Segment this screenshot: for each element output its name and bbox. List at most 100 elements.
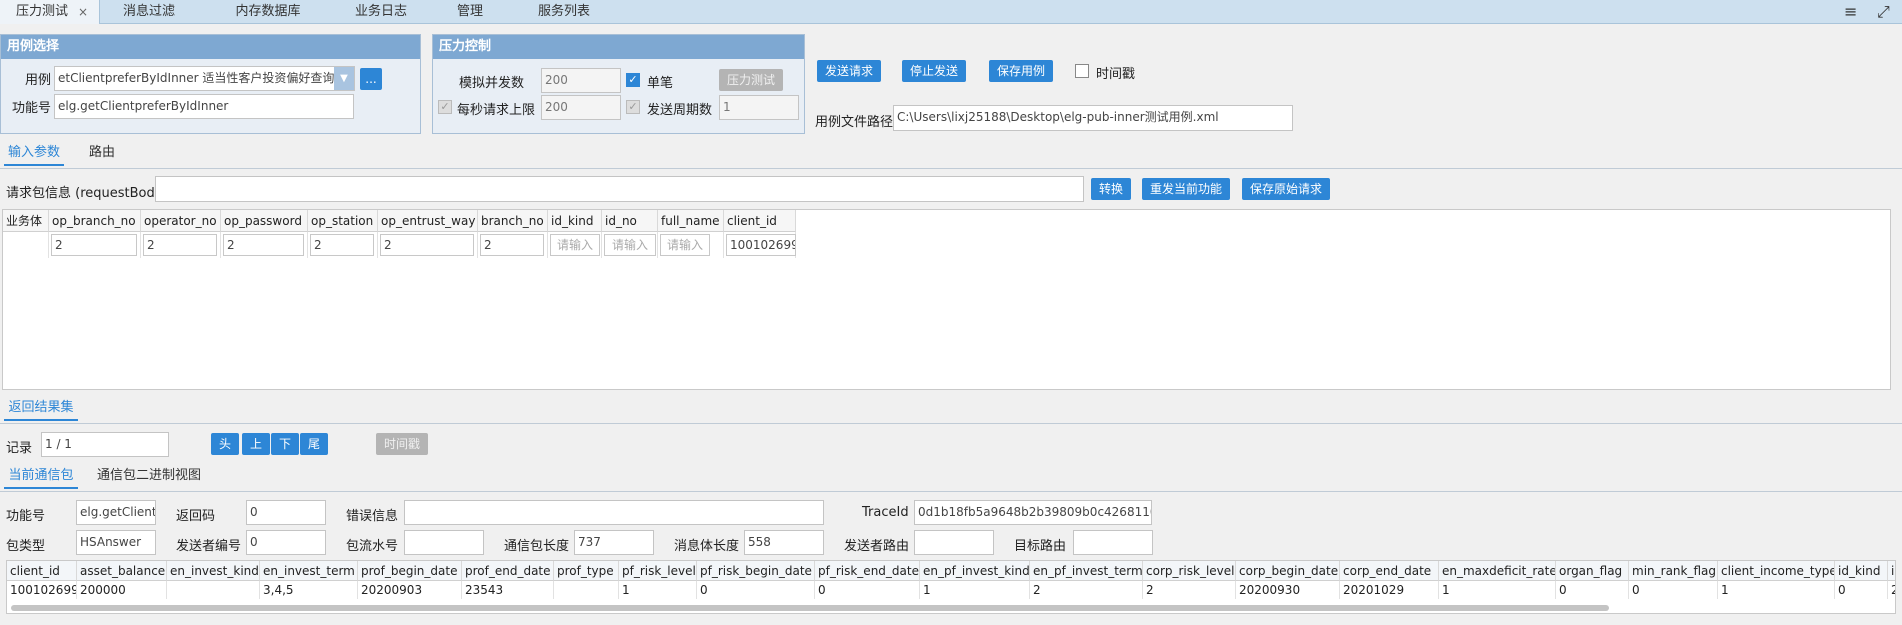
- divider: [0, 423, 1902, 424]
- result-header: en_invest_kind: [167, 561, 260, 581]
- result-header: organ_flag: [1556, 561, 1629, 581]
- request-body-input[interactable]: [155, 176, 1084, 202]
- tab-label: 压力测试: [16, 4, 69, 19]
- param-input[interactable]: 2: [380, 234, 474, 256]
- stop-send-button[interactable]: 停止发送: [902, 60, 966, 82]
- grid-header: branch_no: [478, 210, 548, 232]
- tab-result-set[interactable]: 返回结果集: [4, 395, 78, 421]
- sender-route-label: 发送者路由: [844, 539, 910, 554]
- rate-input[interactable]: 200: [541, 95, 621, 120]
- browse-button[interactable]: ...: [360, 68, 382, 90]
- tab-message-filter[interactable]: 消息过滤: [104, 0, 194, 24]
- result-header: en_pf_invest_kind: [920, 561, 1030, 581]
- case-panel: 用例选择 用例 etClientpreferByIdInner 适当性客户投资偏…: [0, 34, 421, 134]
- result-cell: 0: [1629, 581, 1718, 599]
- grid-cell: 2: [378, 232, 478, 258]
- prev-record-button[interactable]: 上: [242, 433, 270, 455]
- param-input[interactable]: 请输入: [604, 234, 656, 256]
- return-code-label: 返回码: [176, 509, 216, 524]
- period-checkbox[interactable]: ✓: [626, 100, 640, 114]
- save-original-button[interactable]: 保存原始请求: [1242, 178, 1330, 200]
- tab-manage[interactable]: 管理: [440, 0, 500, 24]
- timestamp-label: 时间戳: [1096, 67, 1136, 82]
- result-header: pf_risk_begin_date: [697, 561, 815, 581]
- grid-header: op_branch_no: [49, 210, 141, 232]
- file-path-input[interactable]: C:\Users\lixj25188\Desktop\elg-pub-inner…: [893, 105, 1293, 131]
- pressure-test-button[interactable]: 压力测试: [719, 69, 783, 91]
- single-checkbox[interactable]: ✓: [626, 73, 640, 87]
- concurrency-input[interactable]: 200: [541, 68, 621, 93]
- trace-id-input[interactable]: 0d1b18fb5a9648b2b39809b0c42681107: [914, 500, 1152, 525]
- next-record-button[interactable]: 下: [271, 433, 299, 455]
- grid-cell: 2: [308, 232, 378, 258]
- packet-func-input[interactable]: elg.getClient: [76, 500, 156, 525]
- target-route-input[interactable]: [1073, 530, 1153, 555]
- result-header: corp_risk_level: [1143, 561, 1236, 581]
- result-cell: 100102699: [7, 581, 77, 599]
- period-input[interactable]: 1: [719, 95, 799, 120]
- error-input[interactable]: [404, 500, 824, 525]
- tab-memory-db[interactable]: 内存数据库: [218, 0, 318, 24]
- param-input[interactable]: 请输入: [660, 234, 710, 256]
- target-route-label: 目标路由: [1014, 539, 1067, 554]
- param-input[interactable]: 100102699: [726, 234, 796, 256]
- grid-cell: 2: [141, 232, 221, 258]
- body-length-input[interactable]: 558: [744, 530, 824, 555]
- last-record-button[interactable]: 尾: [300, 433, 328, 455]
- case-select[interactable]: etClientpreferByIdInner 适当性客户投资偏好查询 ▼: [54, 66, 355, 91]
- timestamp-checkbox[interactable]: [1075, 64, 1089, 78]
- fullscreen-icon[interactable]: ⤢: [1877, 2, 1890, 22]
- divider: [0, 168, 1902, 169]
- first-record-button[interactable]: 头: [211, 433, 239, 455]
- records-input[interactable]: 1 / 1: [41, 432, 169, 457]
- param-input[interactable]: 请输入: [550, 234, 600, 256]
- tab-current-packet[interactable]: 当前通信包: [4, 463, 78, 489]
- resend-button[interactable]: 重发当前功能: [1142, 178, 1230, 200]
- sender-route-input[interactable]: [914, 530, 994, 555]
- return-code-input[interactable]: 0: [246, 500, 326, 525]
- result-cell: 0: [697, 581, 815, 599]
- func-input[interactable]: elg.getClientpreferByIdInner: [54, 94, 354, 119]
- packet-type-input[interactable]: HSAnswer: [76, 530, 156, 555]
- grid-cell: [3, 232, 49, 258]
- tab-pressure-test[interactable]: 压力测试 ×: [0, 0, 100, 24]
- timestamp-button[interactable]: 时间戳: [376, 433, 428, 455]
- tab-binary-view[interactable]: 通信包二进制视图: [96, 463, 202, 489]
- tab-service-list[interactable]: 服务列表: [524, 0, 604, 24]
- result-grid: client_id asset_balance en_invest_kind e…: [6, 560, 1896, 614]
- sender-id-input[interactable]: 0: [246, 530, 326, 555]
- result-header: en_pf_invest_term: [1030, 561, 1143, 581]
- rate-label: 每秒请求上限: [457, 103, 536, 118]
- seq-input[interactable]: [404, 530, 484, 555]
- rate-checkbox[interactable]: ✓: [438, 100, 452, 114]
- result-header: asset_balance: [77, 561, 167, 581]
- menu-icon[interactable]: ≡: [1844, 2, 1857, 21]
- result-header: min_rank_flag: [1629, 561, 1718, 581]
- concurrency-label: 模拟并发数: [459, 76, 525, 91]
- convert-button[interactable]: 转换: [1091, 178, 1131, 200]
- grid-cell: 请输入: [548, 232, 602, 258]
- tab-route[interactable]: 路由: [82, 140, 122, 166]
- result-cell: 20200903: [358, 581, 462, 599]
- chevron-down-icon[interactable]: ▼: [334, 67, 354, 90]
- param-input[interactable]: 2: [51, 234, 137, 256]
- params-grid: 业务体 op_branch_no operator_no op_password…: [2, 209, 1891, 390]
- param-input[interactable]: 2: [223, 234, 304, 256]
- result-cell: 1: [920, 581, 1030, 599]
- save-case-button[interactable]: 保存用例: [989, 60, 1053, 82]
- close-icon[interactable]: ×: [78, 0, 88, 24]
- tab-business-log[interactable]: 业务日志: [336, 0, 426, 24]
- case-label: 用例: [25, 73, 52, 88]
- param-input[interactable]: 2: [480, 234, 544, 256]
- result-cell: 20201029: [1340, 581, 1439, 599]
- grid-cell: 2: [478, 232, 548, 258]
- result-cell: [554, 581, 619, 599]
- result-header: client_id: [7, 561, 77, 581]
- param-input[interactable]: 2: [143, 234, 217, 256]
- tab-input-params[interactable]: 输入参数: [4, 140, 64, 166]
- horizontal-scrollbar[interactable]: [11, 605, 1609, 611]
- packet-length-input[interactable]: 737: [574, 530, 654, 555]
- send-request-button[interactable]: 发送请求: [817, 60, 881, 82]
- param-input[interactable]: 2: [310, 234, 374, 256]
- result-cell: [167, 581, 260, 599]
